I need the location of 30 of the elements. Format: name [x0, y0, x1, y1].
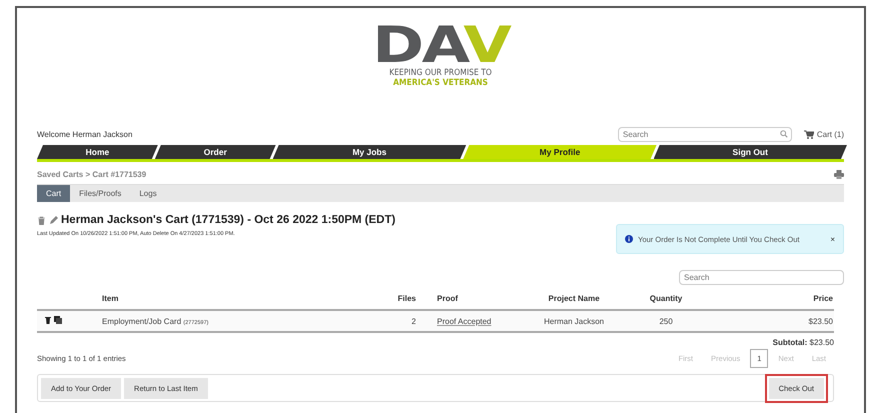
- logo-mark: DAV: [372, 22, 509, 68]
- trash-icon[interactable]: [37, 216, 46, 224]
- search-field[interactable]: Search: [618, 126, 792, 142]
- logo-tagline: AMERICA'S VETERANS: [393, 78, 488, 88]
- welcome-text: Welcome Herman Jackson: [37, 130, 134, 138]
- breadcrumb[interactable]: Saved Carts > Cart #1771539: [37, 170, 834, 178]
- pencil-icon[interactable]: [49, 216, 58, 224]
- cart-title: Herman Jackson's Cart (1771539) - Oct 26 2022 1:50PM (EDT): [61, 214, 396, 226]
- cart-link[interactable]: Cart (1): [804, 130, 844, 138]
- tab[interactable]: Files/Proofs: [70, 185, 130, 202]
- table-cell: Herman Jackson: [518, 310, 630, 332]
- print-icon[interactable]: [834, 170, 844, 178]
- tab[interactable]: Cart: [37, 185, 70, 202]
- table-search-field[interactable]: Search: [679, 270, 844, 285]
- subtotal-text: Subtotal: $23.50: [772, 338, 835, 347]
- trash-copy-icons[interactable]: [45, 316, 63, 324]
- nav-tab[interactable]: Sign Out: [654, 145, 847, 159]
- search-icon: [780, 130, 788, 138]
- table-cell: 2: [375, 310, 436, 332]
- cart-icon: [804, 130, 814, 138]
- table-cell: $23.50: [702, 310, 834, 332]
- table-cell: 250: [630, 310, 702, 332]
- info-icon: [625, 235, 633, 243]
- close-button[interactable]: ×: [830, 234, 835, 244]
- nav-tab[interactable]: My Jobs: [272, 145, 466, 159]
- logo-tagline: KEEPING OUR PROMISE TO: [389, 68, 492, 78]
- nav-tab[interactable]: Home: [37, 145, 158, 159]
- nav-tab[interactable]: My Profile: [463, 145, 657, 159]
- tab[interactable]: Logs: [130, 185, 166, 202]
- nav-tab[interactable]: Order: [154, 145, 276, 159]
